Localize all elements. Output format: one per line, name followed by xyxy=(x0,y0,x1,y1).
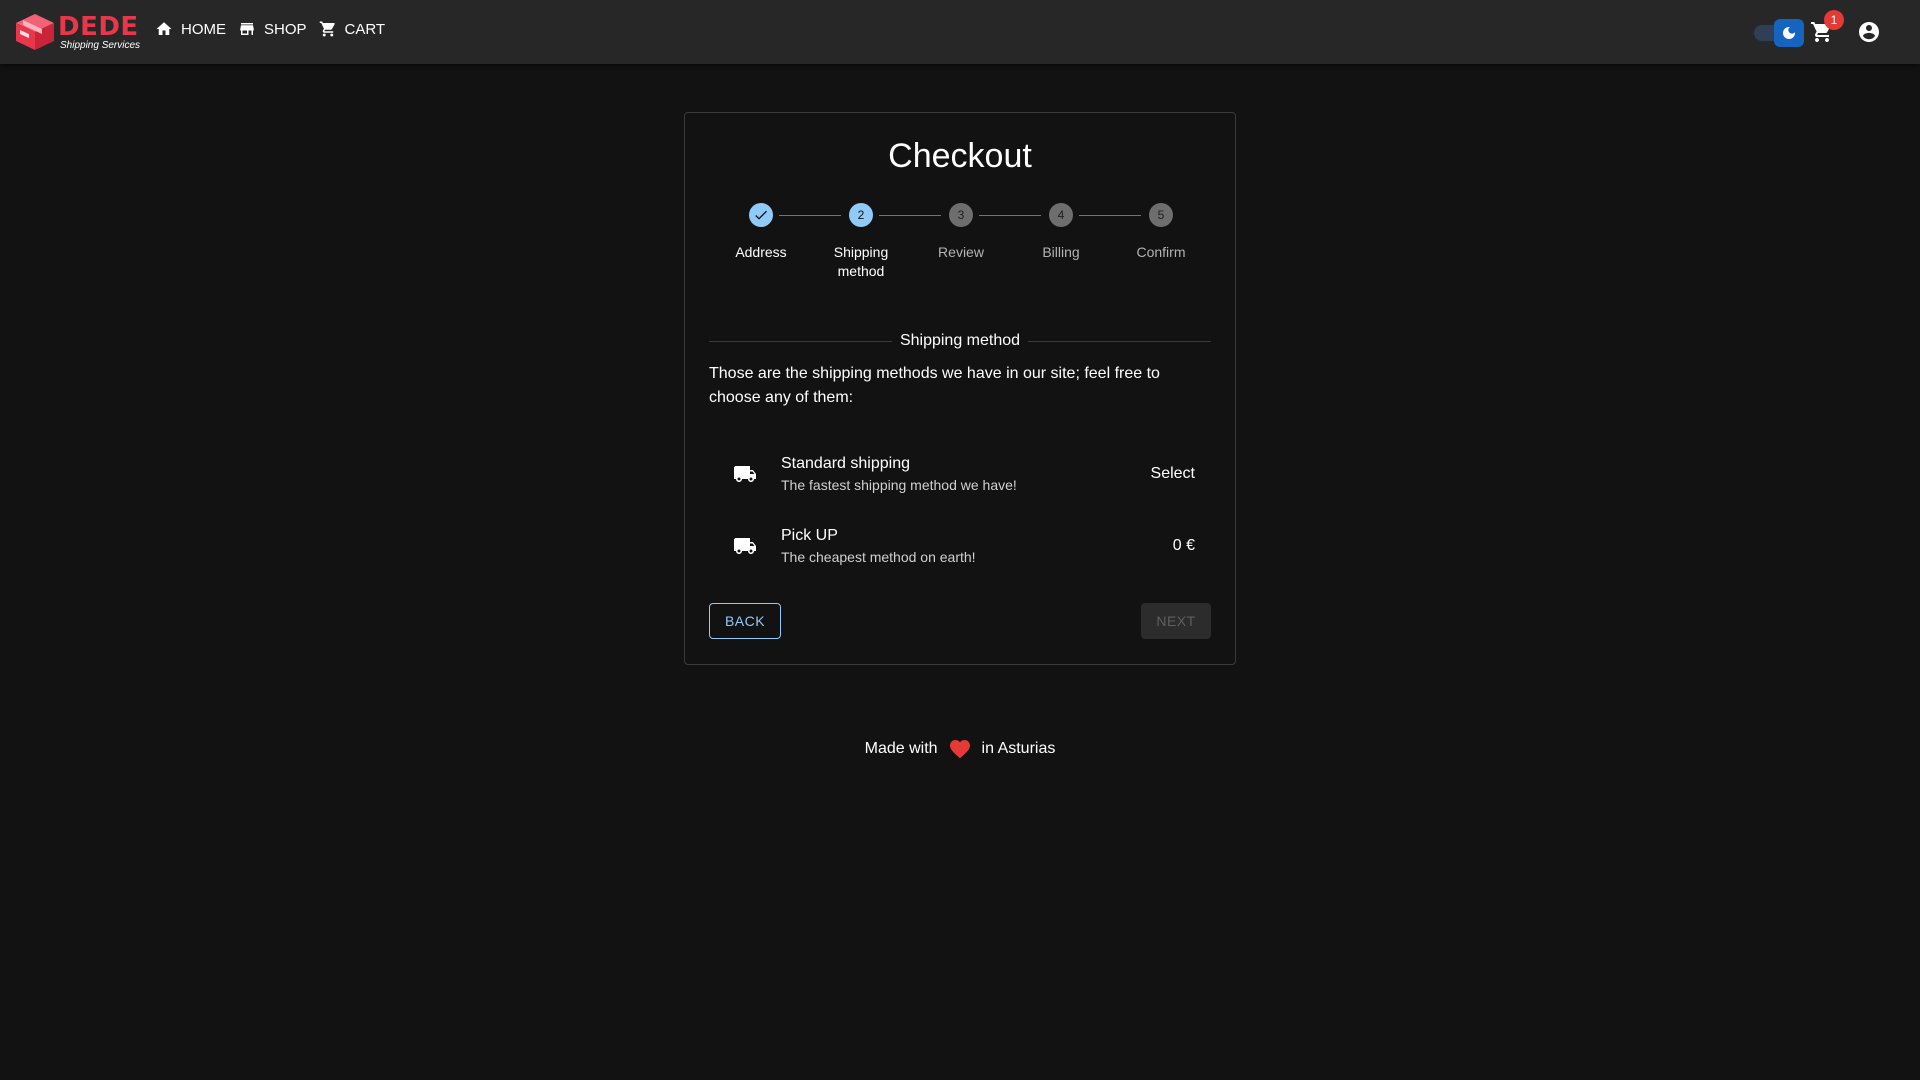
nav-cart-label: CART xyxy=(344,20,386,38)
method-price: 0 € xyxy=(1172,537,1195,554)
footer: Made with in Asturias xyxy=(0,737,1920,761)
step-confirm-label: Confirm xyxy=(1136,244,1186,260)
footer-text-before: Made with xyxy=(864,740,938,757)
step-shipping-label: Shipping method xyxy=(833,244,889,279)
theme-toggle[interactable] xyxy=(1754,19,1806,47)
main-nav: HOME SHOP CART xyxy=(155,20,397,38)
method-select[interactable]: Select xyxy=(1151,438,1195,510)
step-address: Address xyxy=(711,203,811,262)
section-divider: Shipping method xyxy=(709,332,1211,350)
account-button[interactable] xyxy=(1857,20,1881,44)
nav-home-label: HOME xyxy=(181,20,226,38)
heart-icon xyxy=(949,740,970,759)
checkout-stepper: Address 2 Shipping method 3 Review 4 Bil… xyxy=(685,203,1235,293)
step-review-label: Review xyxy=(938,244,984,260)
method-description: The fastest shipping method we have! xyxy=(781,477,1017,493)
step-confirm-circle: 5 xyxy=(1149,203,1173,227)
back-button[interactable]: BACK xyxy=(709,603,781,639)
shipping-method-pickup[interactable]: Pick UP The cheapest method on earth! 0 … xyxy=(709,510,1211,582)
store-icon xyxy=(240,23,254,35)
moon-icon xyxy=(1783,27,1795,39)
section-title-text: Shipping method xyxy=(891,332,1029,349)
step-billing-label: Billing xyxy=(1042,244,1080,260)
toggle-thumb xyxy=(1774,19,1804,47)
nav-shop-label: SHOP xyxy=(264,20,307,38)
step-confirm: 5 Confirm xyxy=(1111,203,1211,262)
truck-icon xyxy=(733,534,757,558)
home-icon xyxy=(156,22,172,35)
step-address-circle xyxy=(749,203,773,227)
cart-badge: 1 xyxy=(1824,10,1844,30)
check-icon xyxy=(755,210,767,220)
account-circle-icon xyxy=(1859,22,1879,42)
step-review: 3 Review xyxy=(911,203,1011,262)
brand-subtitle: Shipping Services xyxy=(60,39,141,51)
checkout-card: Checkout Address 2 Shipping method 3 Rev… xyxy=(684,112,1236,665)
cart-icon xyxy=(319,21,335,37)
next-button[interactable]: NEXT xyxy=(1141,603,1211,639)
step-review-circle: 3 xyxy=(949,203,973,227)
brand-text: DEDE Shipping Services xyxy=(58,14,140,51)
step-address-label: Address xyxy=(735,244,787,260)
step-billing: 4 Billing xyxy=(1011,203,1111,262)
method-name: Standard shipping xyxy=(781,455,910,472)
step-billing-circle: 4 xyxy=(1049,203,1073,227)
brand-name: DEDE xyxy=(58,11,139,42)
shipping-methods-list: Standard shipping The fastest shipping m… xyxy=(709,438,1211,582)
cart-button[interactable]: 1 xyxy=(1810,10,1844,44)
step-shipping-circle: 2 xyxy=(849,203,873,227)
brand-logo[interactable]: DEDE Shipping Services xyxy=(14,12,142,52)
app-bar: DEDE Shipping Services HOME SHOP CART 1 xyxy=(0,0,1920,64)
method-text: Pick UP The cheapest method on earth! xyxy=(781,525,976,567)
truck-icon xyxy=(733,462,757,486)
method-text: Standard shipping The fastest shipping m… xyxy=(781,453,1017,495)
method-description: The cheapest method on earth! xyxy=(781,549,976,565)
intro-text: Those are the shipping methods we have i… xyxy=(709,365,1160,406)
nav-home[interactable]: HOME xyxy=(155,20,226,38)
page-title: Checkout xyxy=(888,137,1032,175)
shipping-method-standard[interactable]: Standard shipping The fastest shipping m… xyxy=(709,438,1211,510)
box-logo-icon xyxy=(16,14,54,50)
section-title: Shipping method xyxy=(709,332,1211,350)
method-name: Pick UP xyxy=(781,527,838,544)
step-shipping-method: 2 Shipping method xyxy=(811,203,911,281)
footer-text-after: in Asturias xyxy=(981,740,1056,757)
nav-cart[interactable]: CART xyxy=(319,20,386,38)
nav-shop[interactable]: SHOP xyxy=(238,20,307,38)
